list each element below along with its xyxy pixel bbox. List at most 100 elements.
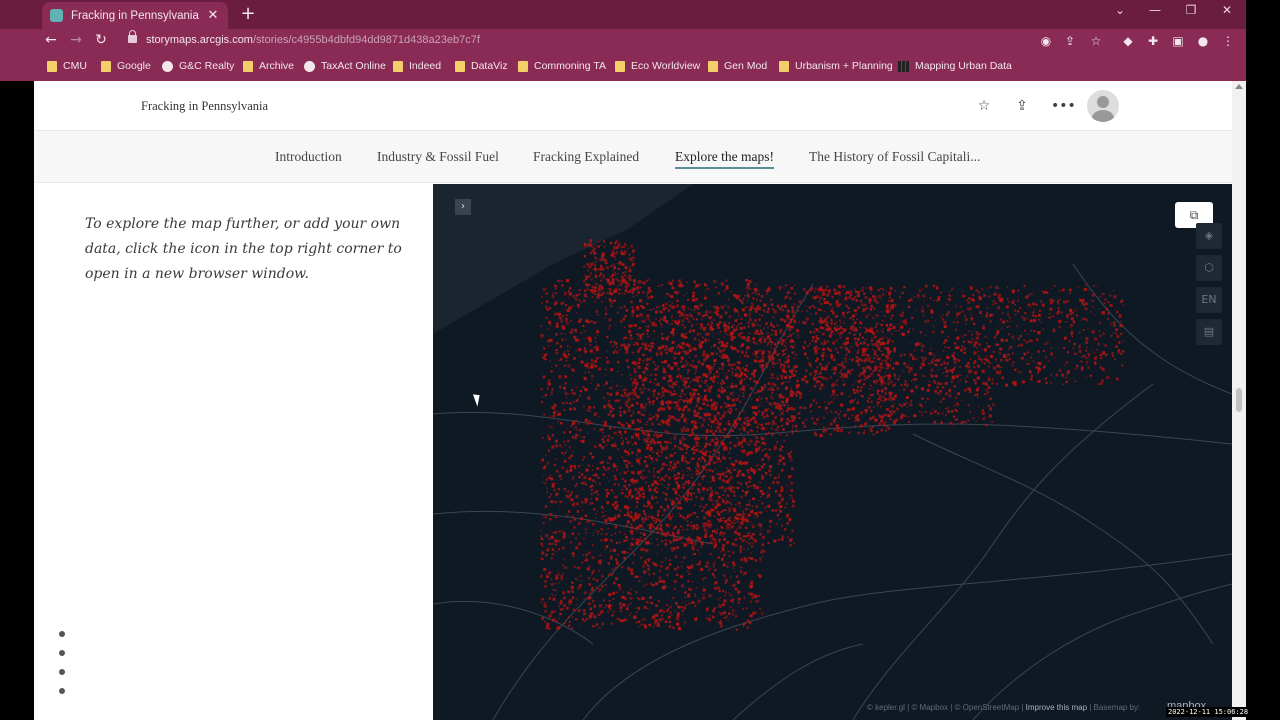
- kepler-map[interactable]: › ⧉ ◈ ⬡ EN ▤ © kepler.gl | © Mapbox | © …: [433, 184, 1232, 720]
- bookmark-archive[interactable]: Archive: [243, 60, 294, 72]
- well-point: [698, 599, 701, 602]
- nav-introduction[interactable]: Introduction: [275, 149, 342, 165]
- tab-close-icon[interactable]: ✕: [206, 8, 220, 23]
- back-arrow-icon[interactable]: ←: [42, 32, 60, 48]
- more-options-icon[interactable]: •••: [1051, 98, 1076, 114]
- well-point: [774, 330, 778, 333]
- tab-active[interactable]: Fracking in Pennsylvania ✕: [42, 2, 228, 29]
- progress-dot[interactable]: [59, 669, 65, 675]
- nav-fracking-explained[interactable]: Fracking Explained: [533, 149, 639, 165]
- nav-history-fossil-capitalism[interactable]: The History of Fossil Capitali...: [809, 149, 980, 165]
- well-point: [601, 427, 604, 431]
- well-point: [557, 488, 560, 491]
- nav-explore-the-maps[interactable]: Explore the maps!: [675, 149, 774, 169]
- bookmark-indeed[interactable]: Indeed: [393, 60, 441, 72]
- google-lens-icon[interactable]: ◉: [1039, 34, 1053, 48]
- extension-shield-icon[interactable]: ◆: [1121, 34, 1135, 48]
- well-point: [791, 369, 794, 372]
- extensions-puzzle-icon[interactable]: ✚: [1146, 34, 1160, 48]
- well-point: [540, 557, 541, 559]
- address-bar[interactable]: storymaps.arcgis.com/stories/c4955b4dbfd…: [146, 34, 480, 46]
- lock-icon[interactable]: [128, 30, 137, 43]
- well-point: [706, 431, 709, 433]
- well-point: [786, 434, 789, 437]
- progress-dot[interactable]: [59, 631, 65, 637]
- well-point: [569, 392, 571, 394]
- bookmark-cmu[interactable]: CMU: [47, 60, 87, 72]
- well-point: [574, 338, 578, 342]
- bookmark-gen-mod[interactable]: Gen Mod: [708, 60, 767, 72]
- forward-arrow-icon[interactable]: →: [67, 32, 85, 48]
- well-point: [664, 568, 667, 570]
- well-point: [636, 611, 638, 613]
- bookmark-google[interactable]: Google: [101, 60, 151, 72]
- well-point: [725, 458, 727, 460]
- well-point: [860, 386, 863, 389]
- well-point: [700, 456, 704, 459]
- well-point: [727, 410, 729, 413]
- well-point: [661, 467, 664, 470]
- well-point: [719, 445, 721, 447]
- well-point: [690, 514, 693, 516]
- well-point: [614, 532, 616, 535]
- well-point: [680, 448, 683, 451]
- bookmark-commoning-ta[interactable]: Commoning TA: [518, 60, 606, 72]
- well-point: [555, 439, 558, 443]
- bookmark-urbanism-planning[interactable]: Urbanism + Planning: [779, 60, 893, 72]
- well-point: [657, 365, 660, 368]
- well-point: [644, 560, 647, 563]
- well-point: [778, 414, 780, 416]
- favorite-star-icon[interactable]: ☆: [976, 98, 992, 114]
- well-point: [721, 379, 724, 383]
- well-point: [614, 349, 617, 352]
- new-tab-button[interactable]: +: [238, 3, 258, 24]
- bookmark-eco-worldview[interactable]: Eco Worldview: [615, 60, 700, 72]
- well-point: [664, 337, 668, 340]
- bookmark-star-icon[interactable]: ☆: [1089, 34, 1103, 48]
- close-window-icon[interactable]: ✕: [1217, 3, 1237, 17]
- well-point: [614, 514, 616, 516]
- well-point: [763, 550, 766, 553]
- well-point: [587, 396, 591, 400]
- side-panel-icon[interactable]: ▣: [1171, 34, 1185, 48]
- road-line: [492, 283, 814, 720]
- well-point: [579, 440, 582, 442]
- well-point: [642, 520, 644, 523]
- well-point: [610, 622, 613, 625]
- bookmark-gc-realty[interactable]: G&C Realty: [162, 60, 234, 72]
- reload-icon[interactable]: ↻: [92, 32, 110, 48]
- user-avatar[interactable]: [1087, 90, 1119, 122]
- nav-industry-fossil-fuel[interactable]: Industry & Fossil Fuel: [377, 149, 499, 165]
- well-point: [1112, 355, 1114, 358]
- well-point: [844, 316, 846, 318]
- well-point: [601, 575, 604, 578]
- well-point: [717, 311, 719, 313]
- bookmark-mapping-urban-data[interactable]: Mapping Urban Data: [898, 60, 1012, 72]
- bookmark-taxact[interactable]: TaxAct Online: [304, 60, 386, 72]
- browser-menu-icon[interactable]: ⋮: [1221, 34, 1235, 48]
- well-point: [767, 341, 770, 345]
- well-point: [641, 342, 644, 345]
- tab-search-icon[interactable]: ⌄: [1110, 3, 1130, 17]
- well-point: [596, 493, 599, 496]
- well-point: [725, 487, 728, 490]
- bookmark-dataviz[interactable]: DataViz: [455, 60, 508, 72]
- well-point: [776, 354, 778, 356]
- well-point: [713, 333, 715, 335]
- well-point: [663, 315, 666, 318]
- progress-dot[interactable]: [59, 688, 65, 694]
- restore-icon[interactable]: ❐: [1181, 3, 1201, 17]
- well-point: [772, 316, 775, 319]
- well-point: [696, 617, 698, 619]
- minimize-icon[interactable]: —: [1145, 3, 1165, 17]
- story-title[interactable]: Fracking in Pennsylvania: [141, 99, 268, 114]
- well-point: [717, 598, 720, 601]
- well-point: [721, 472, 725, 476]
- well-point: [593, 346, 595, 349]
- share-icon[interactable]: ⇪: [1063, 34, 1077, 48]
- well-point: [721, 527, 724, 529]
- progress-dot[interactable]: [59, 650, 65, 656]
- share-icon[interactable]: ⇪: [1014, 98, 1030, 114]
- profile-avatar-icon[interactable]: ●: [1196, 34, 1210, 48]
- well-point: [559, 386, 562, 389]
